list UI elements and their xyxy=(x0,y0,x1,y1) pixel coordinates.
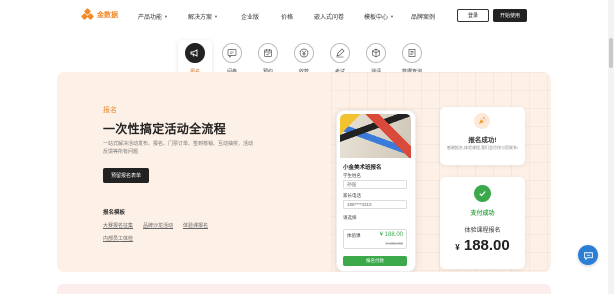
start-button[interactable]: 开始使用 xyxy=(493,9,527,22)
template-link[interactable]: 品牌沙龙活动 xyxy=(143,222,173,229)
nav-item-solutions[interactable]: 解决方案 ▼ xyxy=(188,12,218,21)
course-select-label: 请选择 xyxy=(343,215,357,220)
brand-name: 金数据 xyxy=(97,12,118,19)
nav-item-templates[interactable]: 模板中心 ▼ xyxy=(364,12,394,21)
panel-title: 一次性搞定活动全流程 xyxy=(103,122,227,136)
templates-title: 报名模板 xyxy=(103,210,126,216)
top-nav: 金数据 产品功能 ▼ 解决方案 ▼ 企业版 价格 嵌入式问卷 模板中心 ▼ 品牌案例 … xyxy=(0,0,608,32)
template-link[interactable]: 大赛报名征集 xyxy=(103,222,133,229)
nav-item-embedded[interactable]: 嵌入式问卷 xyxy=(314,12,344,21)
student-label: 学生姓名 xyxy=(343,173,361,178)
signup-success-card: 报名成功! 感谢报名,体验课程,我们会尽快与您联系! xyxy=(440,107,525,165)
page-scrollbar[interactable] xyxy=(608,0,614,294)
check-icon xyxy=(474,185,491,202)
celebration-icon xyxy=(474,113,490,129)
login-button[interactable]: 登录 xyxy=(457,9,489,22)
payment-success-card: 支付成功 体验课程报名 ¥ 188.00 xyxy=(440,177,525,269)
panel-tag: 报名 xyxy=(103,107,117,114)
chat-form-icon xyxy=(222,43,242,63)
tab-data-query[interactable]: 数据查询 xyxy=(395,40,429,75)
panel-description: 一站式解决活动发布、报名、门票订单、签到核销、互动抽奖、活动反馈等所有问题 xyxy=(103,141,254,155)
course-price: ¥ 188.00 xyxy=(379,232,403,238)
success-title: 报名成功! xyxy=(468,137,497,144)
phone-mockup: 小金美术班报名 学生姓名 孙强 家长电话 188****3310 请选择 体验课… xyxy=(336,110,416,272)
payment-status: 支付成功 xyxy=(470,211,495,217)
payment-amount: ¥ 188.00 xyxy=(455,237,510,254)
brand-logo[interactable]: 金数据 xyxy=(80,7,118,21)
student-name-field[interactable]: 孙强 xyxy=(343,180,407,189)
chevron-down-icon: ▼ xyxy=(214,14,218,19)
tab-exam[interactable]: 考试 xyxy=(323,40,357,75)
feature-panel: 报名 一次性搞定活动全流程 一站式解决活动发布、报名、门票订单、签到核销、互动抽… xyxy=(57,72,551,272)
payment-course: 体验课程报名 xyxy=(464,228,501,234)
chevron-down-icon: ▼ xyxy=(164,14,168,19)
phone-label: 家长电话 xyxy=(343,193,361,198)
nav-item-enterprise[interactable]: 企业版 xyxy=(241,12,259,21)
template-link[interactable]: 体验课报名 xyxy=(183,222,208,229)
next-section-strip xyxy=(57,284,551,294)
calendar-icon xyxy=(258,43,278,63)
tab-booking[interactable]: 预约 xyxy=(251,40,285,75)
course-name: 体验课 xyxy=(347,233,361,238)
pay-button[interactable]: 报名付款 xyxy=(343,256,407,266)
data-query-icon xyxy=(402,43,422,63)
tab-assessment[interactable]: 测评 xyxy=(359,40,393,75)
tab-survey[interactable]: 问卷 xyxy=(215,40,249,75)
nav-item-pricing[interactable]: 价格 xyxy=(281,12,293,21)
nav-item-products[interactable]: 产品功能 ▼ xyxy=(138,12,168,21)
cta-button[interactable]: 预留报名表单 xyxy=(103,168,149,183)
yuan-icon xyxy=(294,43,314,63)
course-old-price: ¥ 388.00 xyxy=(385,241,403,246)
phone-field[interactable]: 188****3310 xyxy=(343,200,407,209)
megaphone-icon xyxy=(185,43,205,63)
chat-support-icon[interactable] xyxy=(578,245,598,265)
chevron-down-icon: ▼ xyxy=(390,14,394,19)
tab-payment[interactable]: 收款 xyxy=(287,40,321,75)
scrollbar-thumb[interactable] xyxy=(609,38,613,68)
artwork-banner-image xyxy=(340,114,411,158)
nav-item-cases[interactable]: 品牌案例 xyxy=(411,12,435,21)
pen-icon xyxy=(330,43,350,63)
cube-icon xyxy=(366,43,386,63)
course-option[interactable]: 体验课 ¥ 188.00 ¥ 388.00 xyxy=(343,229,407,249)
logo-mark-icon xyxy=(80,7,95,21)
form-title: 小金美术班报名 xyxy=(343,165,382,171)
success-subtext: 感谢报名,体验课程,我们会尽快与您联系! xyxy=(446,145,519,150)
template-link[interactable]: 内部员工体检 xyxy=(103,235,133,242)
